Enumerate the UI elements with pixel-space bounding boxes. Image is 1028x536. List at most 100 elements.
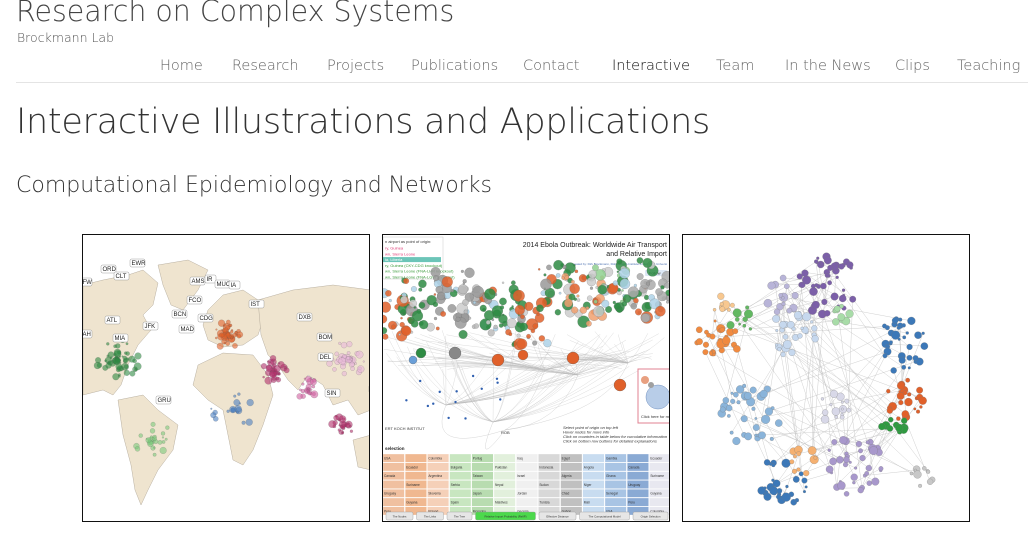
airport-label: MIA — [115, 336, 126, 342]
airport-label-box — [368, 385, 369, 393]
network-node — [727, 414, 731, 418]
tree-node — [455, 316, 461, 322]
nav-teaching[interactable]: Teaching — [957, 58, 1020, 74]
airport-dot — [125, 351, 130, 356]
network-node — [823, 256, 832, 265]
network-node — [763, 492, 772, 501]
airport-dot — [152, 452, 157, 457]
country-label: Suriname — [406, 483, 420, 487]
nav-publications[interactable]: Publications — [411, 58, 498, 74]
network-node — [759, 389, 768, 398]
network-node — [761, 414, 771, 424]
view-button-label: Effective Distance — [546, 514, 569, 518]
tree-node — [418, 279, 427, 288]
network-node — [809, 287, 818, 296]
country-label: Iraq — [517, 457, 523, 461]
nav-research[interactable]: Research — [232, 58, 299, 74]
nav-in-the-news[interactable]: In the News — [785, 58, 871, 74]
network-node — [775, 343, 779, 347]
network-node — [864, 471, 870, 476]
legend-item: ry, Guinea — [385, 246, 404, 251]
tree-node — [574, 269, 579, 274]
network-node — [719, 301, 724, 307]
nav-home[interactable]: Home — [160, 58, 203, 74]
tree-node — [487, 329, 495, 337]
country-cell — [493, 489, 516, 498]
airport-label: CLT — [116, 274, 127, 280]
network-node — [793, 454, 797, 459]
airport-dot — [301, 382, 305, 386]
tree-node — [576, 298, 581, 302]
tree-node — [471, 374, 475, 378]
airport-dot — [264, 376, 273, 385]
network-node — [846, 261, 854, 269]
country-cell — [604, 480, 627, 489]
network-node — [782, 334, 789, 340]
nav-interactive[interactable]: Interactive — [612, 58, 690, 74]
tree-node — [520, 314, 525, 320]
network-node — [713, 319, 717, 323]
hub-node — [566, 351, 580, 365]
network-node — [901, 323, 906, 328]
tree-node — [555, 273, 561, 278]
airport-dot — [107, 351, 115, 358]
tree-node — [511, 280, 516, 286]
network-node — [913, 470, 922, 479]
airport-label: IR — [207, 277, 214, 283]
network-node — [820, 282, 827, 290]
network-node — [785, 484, 789, 489]
network-node — [895, 423, 904, 432]
network-node — [898, 356, 906, 364]
airport-dot — [159, 447, 167, 454]
main-nav: Home Research Projects Publications Cont… — [0, 58, 1028, 80]
nav-contact[interactable]: Contact — [523, 58, 579, 74]
tree-node — [464, 267, 475, 278]
network-node — [901, 364, 907, 370]
network-node — [791, 292, 799, 299]
network-node — [841, 288, 846, 292]
thumbnail-ebola-outbreak-app[interactable]: n airport as point of origin: ry, Guinea… — [382, 234, 670, 522]
network-node — [858, 448, 863, 454]
country-label: Ecuador — [650, 457, 663, 461]
network-node — [882, 323, 887, 329]
tree-node — [491, 305, 503, 317]
airport-dot — [350, 358, 353, 361]
view-button: The Links — [416, 511, 444, 521]
network-node — [857, 487, 864, 494]
site-title[interactable]: Research on Complex Systems — [16, 0, 454, 28]
network-node — [744, 432, 752, 441]
tree-node — [426, 295, 437, 306]
view-button-label: The Links — [424, 514, 437, 518]
tree-node — [516, 333, 521, 338]
network-node — [905, 377, 911, 383]
country-cell — [560, 497, 583, 507]
airport-dot — [157, 440, 163, 445]
tree-node — [630, 303, 637, 310]
country-label: Tunisia — [539, 501, 549, 505]
nav-projects[interactable]: Projects — [327, 58, 384, 74]
thumbnail-network-graph[interactable] — [682, 234, 970, 522]
network-node — [775, 419, 783, 427]
country-cell — [427, 497, 449, 507]
airport-dot — [311, 384, 315, 389]
airport-dot — [215, 328, 218, 331]
network-node — [742, 316, 748, 322]
nav-clips[interactable]: Clips — [895, 58, 930, 74]
country-cell — [582, 489, 605, 498]
network-node — [757, 486, 766, 495]
network-node — [871, 477, 880, 486]
airport-dot — [112, 373, 120, 381]
tree-node — [484, 288, 496, 300]
tree-node — [588, 270, 597, 279]
tree-node — [388, 298, 392, 303]
airport-dot — [296, 393, 303, 400]
nav-team[interactable]: Team — [716, 58, 754, 74]
network-node — [830, 389, 838, 398]
network-node — [813, 455, 818, 460]
thumbnail-world-air-traffic-map[interactable]: ORD EWR CLT FW JFK ATL AH MIA GRU AMS IR MUC IA FCO BC… — [82, 234, 370, 522]
network-node — [779, 327, 785, 333]
tree-node — [581, 275, 587, 281]
airport-dot — [340, 424, 346, 430]
airport-dot — [232, 343, 238, 349]
tree-node — [593, 299, 598, 304]
